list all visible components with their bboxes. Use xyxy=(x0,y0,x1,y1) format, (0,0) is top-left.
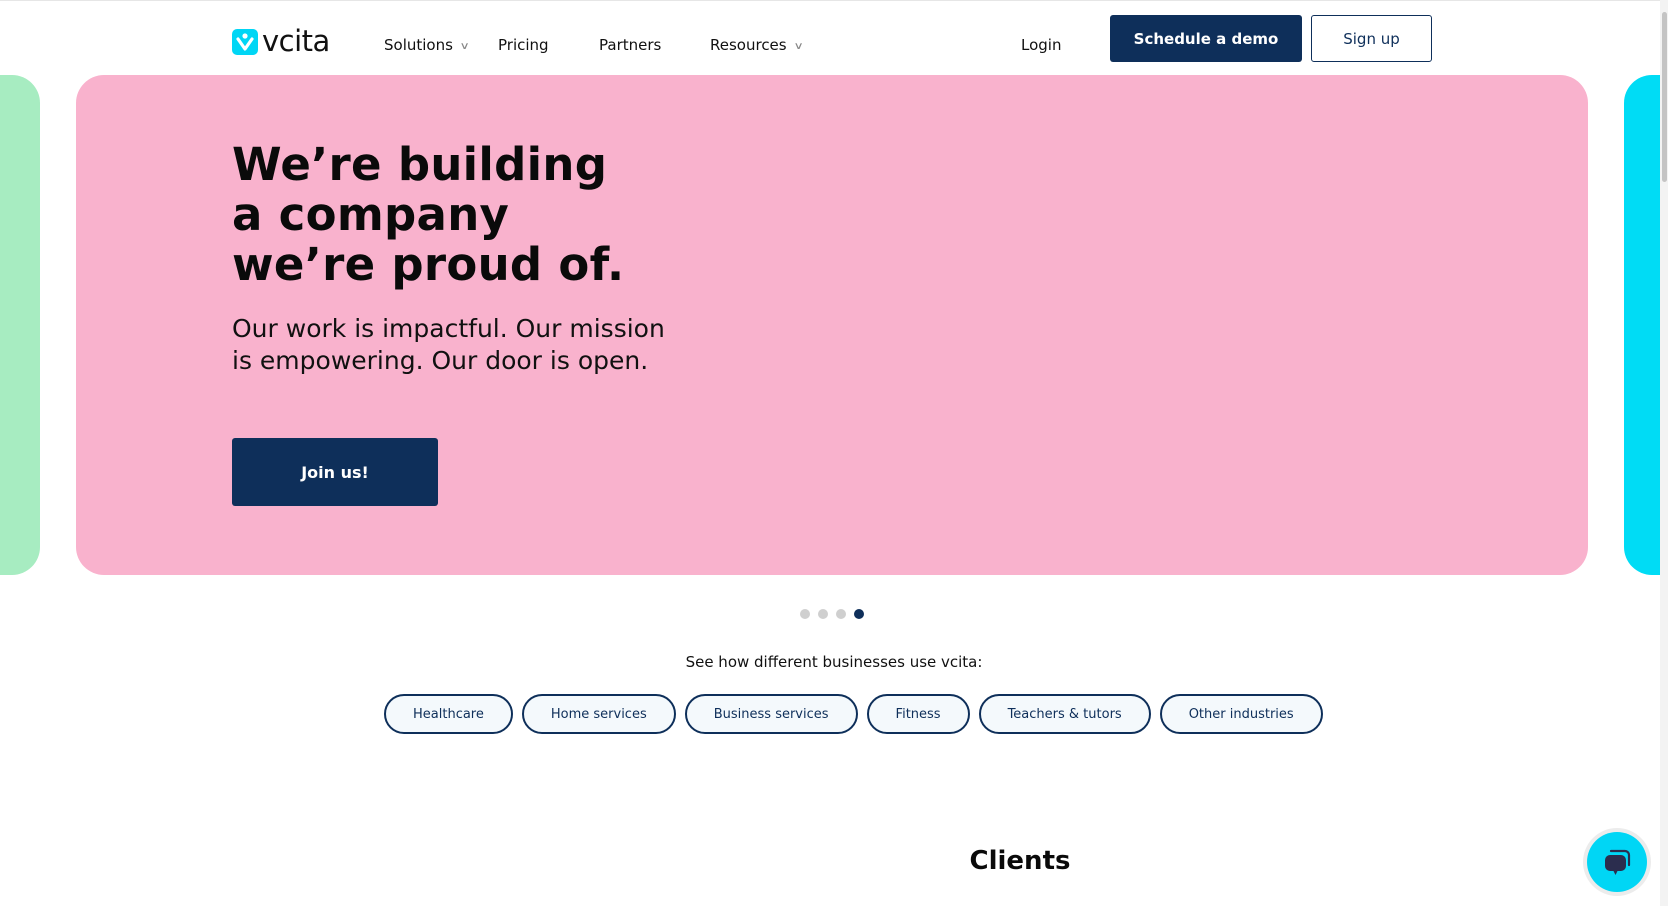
hero-subtitle-line: Our work is impactful. Our mission xyxy=(232,314,665,343)
scrollbar-thumb[interactable] xyxy=(1662,12,1667,182)
logo-wordmark: vcita xyxy=(262,23,330,58)
clients-heading: Clients xyxy=(969,846,1071,876)
carousel-dot-1[interactable] xyxy=(800,609,810,619)
industry-pills: Healthcare Home services Business servic… xyxy=(384,694,1323,734)
chevron-down-icon: ∨ xyxy=(793,40,804,52)
carousel-dot-2[interactable] xyxy=(818,609,828,619)
vcita-logo-icon xyxy=(232,29,258,55)
nav-resources[interactable]: Resources ∨ xyxy=(710,36,804,54)
nav-partners[interactable]: Partners xyxy=(599,36,661,54)
nav-partners-label: Partners xyxy=(599,36,662,54)
hero-subtitle: Our work is impactful. Our mission is em… xyxy=(232,313,692,377)
industry-pill-healthcare[interactable]: Healthcare xyxy=(384,694,513,734)
industries-label: See how different businesses use vcita: xyxy=(685,653,983,671)
nav-solutions-label: Solutions xyxy=(384,36,453,54)
carousel-pagination xyxy=(800,609,864,619)
login-link[interactable]: Login xyxy=(1021,36,1061,54)
vcita-logo[interactable]: vcita xyxy=(232,23,330,58)
carousel-card-previous[interactable] xyxy=(0,75,40,575)
nav-pricing-label: Pricing xyxy=(498,36,549,54)
login-label: Login xyxy=(1021,36,1062,54)
sign-up-button[interactable]: Sign up xyxy=(1311,15,1432,62)
carousel-dot-3[interactable] xyxy=(836,609,846,619)
chevron-down-icon: ∨ xyxy=(459,40,470,52)
hero-title-line: a company xyxy=(232,188,510,241)
industry-pill-home-services[interactable]: Home services xyxy=(521,694,676,734)
hero-title-line: we’re proud of. xyxy=(232,238,625,291)
industry-pill-other[interactable]: Other industries xyxy=(1159,694,1323,734)
hero-title-line: We’re building xyxy=(232,138,608,191)
industry-pill-teachers-tutors[interactable]: Teachers & tutors xyxy=(978,694,1151,734)
industry-pill-business-services[interactable]: Business services xyxy=(684,694,858,734)
hero-title: We’re building a company we’re proud of. xyxy=(232,140,624,290)
carousel-dot-4-active[interactable] xyxy=(854,609,864,619)
schedule-demo-button[interactable]: Schedule a demo xyxy=(1110,15,1302,62)
industry-pill-fitness[interactable]: Fitness xyxy=(866,694,970,734)
chat-bubbles-icon xyxy=(1605,849,1631,875)
nav-resources-label: Resources xyxy=(710,36,787,54)
join-us-button[interactable]: Join us! xyxy=(232,438,438,506)
top-border xyxy=(0,0,1668,1)
hero-subtitle-line: is empowering. Our door is open. xyxy=(232,346,649,375)
nav-solutions[interactable]: Solutions ∨ xyxy=(384,36,470,54)
nav-pricing[interactable]: Pricing xyxy=(498,36,549,54)
chat-widget-button[interactable] xyxy=(1587,832,1647,892)
